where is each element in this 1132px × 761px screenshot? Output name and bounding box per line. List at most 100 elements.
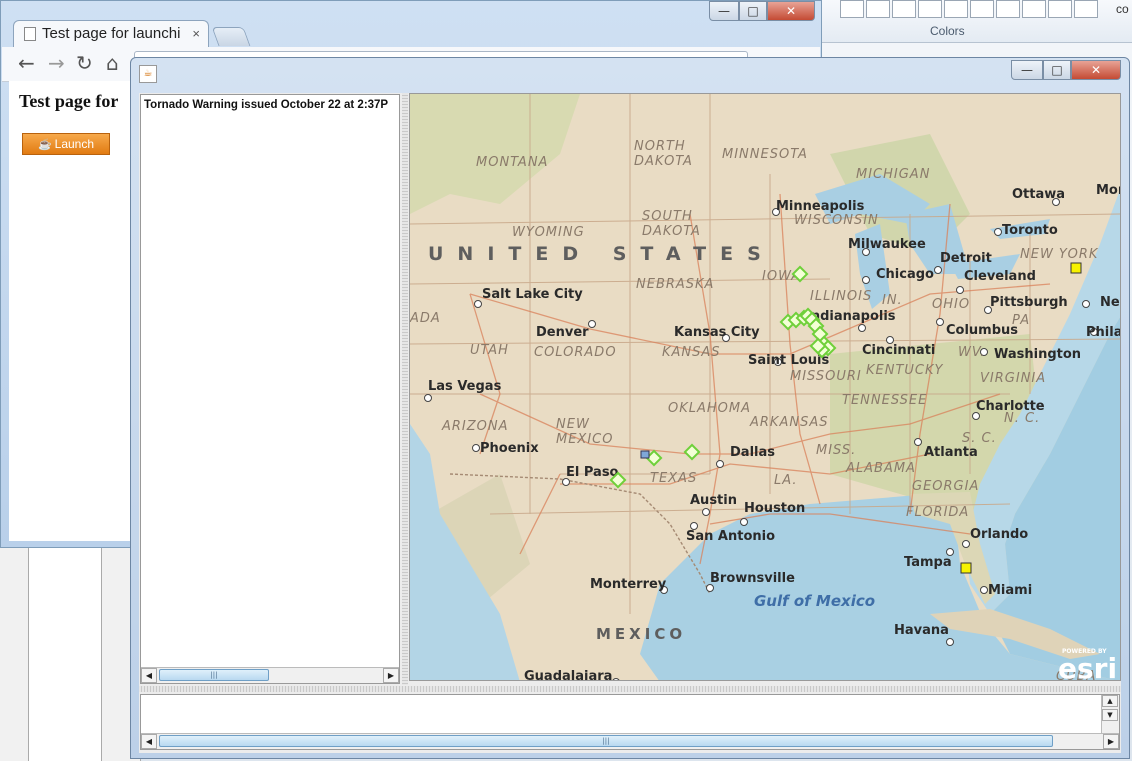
city-label: Tampa — [904, 555, 952, 570]
city-dot — [956, 286, 964, 294]
color-swatch[interactable] — [970, 0, 994, 18]
state-label: OHIO — [932, 297, 970, 312]
state-label: TEXAS — [650, 471, 697, 486]
browser-window-controls: — □ ✕ — [709, 1, 815, 21]
color-swatch[interactable] — [1022, 0, 1046, 18]
maximize-button[interactable]: □ — [739, 1, 767, 21]
page-heading: Test page for — [19, 91, 119, 111]
city-label: Chicago — [876, 267, 934, 282]
vertical-scrollbar[interactable]: ▲ ▼ — [1101, 695, 1119, 733]
minimize-button[interactable]: — — [1011, 60, 1043, 80]
color-swatch[interactable] — [840, 0, 864, 18]
scroll-down-icon[interactable]: ▼ — [1102, 709, 1118, 721]
state-label: FLORIDA — [906, 505, 969, 520]
alert-marker[interactable] — [640, 450, 650, 459]
close-button[interactable]: ✕ — [1071, 60, 1121, 80]
state-label: S. C. — [962, 431, 997, 446]
scroll-right-icon[interactable]: ▶ — [383, 668, 399, 683]
maximize-button[interactable]: □ — [1043, 60, 1071, 80]
city-label: Miami — [988, 583, 1032, 598]
city-dot — [424, 394, 432, 402]
document-icon — [24, 27, 36, 42]
map-labels: UNITED STATES MEXICO Gulf of Mexico Minn… — [410, 139, 1121, 681]
color-swatch[interactable] — [1074, 0, 1098, 18]
city-dot — [936, 318, 944, 326]
reload-icon[interactable]: ↻ — [76, 51, 93, 75]
color-swatch[interactable] — [918, 0, 942, 18]
home-icon[interactable]: ⌂ — [106, 51, 119, 75]
state-label: ADA — [410, 311, 441, 326]
close-button[interactable]: ✕ — [767, 1, 815, 21]
city-dot — [994, 228, 1002, 236]
city-dot — [740, 518, 748, 526]
list-horizontal-scrollbar[interactable]: ◀ ||| ▶ — [141, 667, 399, 683]
city-dot — [716, 460, 724, 468]
city-label: Houston — [744, 501, 805, 516]
map-view[interactable]: UNITED STATES MEXICO Gulf of Mexico Minn… — [409, 93, 1121, 681]
city-dot — [862, 276, 870, 284]
color-swatch[interactable] — [866, 0, 890, 18]
state-label: PA — [1012, 313, 1030, 328]
scroll-left-icon[interactable]: ◀ — [141, 668, 157, 683]
city-label: Ottawa — [1012, 187, 1065, 202]
tab-close-icon[interactable]: × — [192, 26, 200, 41]
city-dot — [946, 638, 954, 646]
state-label: VIRGINIA — [980, 371, 1046, 386]
state-label: SOUTH DAKOTA — [642, 209, 701, 239]
city-label: Phoenix — [480, 441, 539, 456]
city-dot — [1082, 300, 1090, 308]
split-pane-divider[interactable] — [139, 686, 1121, 692]
warnings-list[interactable]: Tornado Warning issued October 22 at 2:3… — [140, 94, 400, 684]
state-label: NORTH DAKOTA — [634, 139, 693, 169]
city-dot — [474, 300, 482, 308]
city-label: Brownsville — [710, 571, 795, 586]
split-pane-divider[interactable] — [402, 93, 408, 685]
esri-logo: esri — [1058, 652, 1117, 681]
scroll-left-icon[interactable]: ◀ — [141, 734, 157, 749]
scroll-right-icon[interactable]: ▶ — [1103, 734, 1119, 749]
back-icon[interactable]: ← — [18, 51, 35, 75]
paint-ribbon — [820, 0, 1132, 43]
city-label: New — [1100, 295, 1121, 310]
launch-button[interactable]: ☕ Launch — [22, 133, 110, 155]
state-label: LA. — [774, 473, 798, 488]
alert-marker[interactable] — [960, 562, 972, 574]
minimize-button[interactable]: — — [709, 1, 739, 21]
state-label: MICHIGAN — [856, 167, 930, 182]
city-label: Salt Lake City — [482, 287, 583, 302]
scroll-thumb[interactable]: ||| — [159, 735, 1053, 747]
browser-tab[interactable]: Test page for launchi × — [13, 20, 209, 48]
background-panel — [0, 545, 141, 761]
forward-icon[interactable]: → — [48, 51, 65, 75]
state-label: MISS. — [816, 443, 856, 458]
scroll-thumb[interactable]: ||| — [159, 669, 269, 681]
city-dot — [588, 320, 596, 328]
state-label: MISSOURI — [790, 369, 862, 384]
city-label: Milwaukee — [848, 237, 926, 252]
details-text-area[interactable]: ▲ ▼ ◀ ||| ▶ — [140, 694, 1120, 750]
java-cup-icon[interactable]: ☕ — [139, 65, 157, 83]
list-item[interactable]: Tornado Warning issued October 22 at 2:3… — [144, 99, 396, 111]
city-label: Pittsburgh — [990, 295, 1068, 310]
horizontal-scrollbar[interactable]: ◀ ||| ▶ — [141, 733, 1119, 749]
alert-marker[interactable] — [1070, 262, 1082, 274]
scroll-up-icon[interactable]: ▲ — [1102, 695, 1118, 707]
edit-colors-label[interactable]: co — [1116, 2, 1129, 16]
color-swatch[interactable] — [892, 0, 916, 18]
state-label: KENTUCKY — [866, 363, 944, 378]
city-label: Guadalajara — [524, 669, 612, 681]
warning-marker[interactable] — [683, 443, 701, 461]
color-swatch[interactable] — [996, 0, 1020, 18]
color-swatch[interactable] — [944, 0, 968, 18]
tab-title: Test page for launchi — [42, 25, 181, 42]
color-swatch[interactable] — [1048, 0, 1072, 18]
java-content: Tornado Warning issued October 22 at 2:3… — [139, 93, 1121, 753]
city-dot — [962, 540, 970, 548]
new-tab-button[interactable] — [211, 27, 251, 46]
city-dot — [612, 678, 620, 680]
city-dot — [980, 586, 988, 594]
city-label: Monterrey — [590, 577, 667, 592]
state-label: WYOMING — [512, 225, 585, 240]
state-label: NEBRASKA — [636, 277, 714, 292]
city-label: Havana — [894, 623, 949, 638]
